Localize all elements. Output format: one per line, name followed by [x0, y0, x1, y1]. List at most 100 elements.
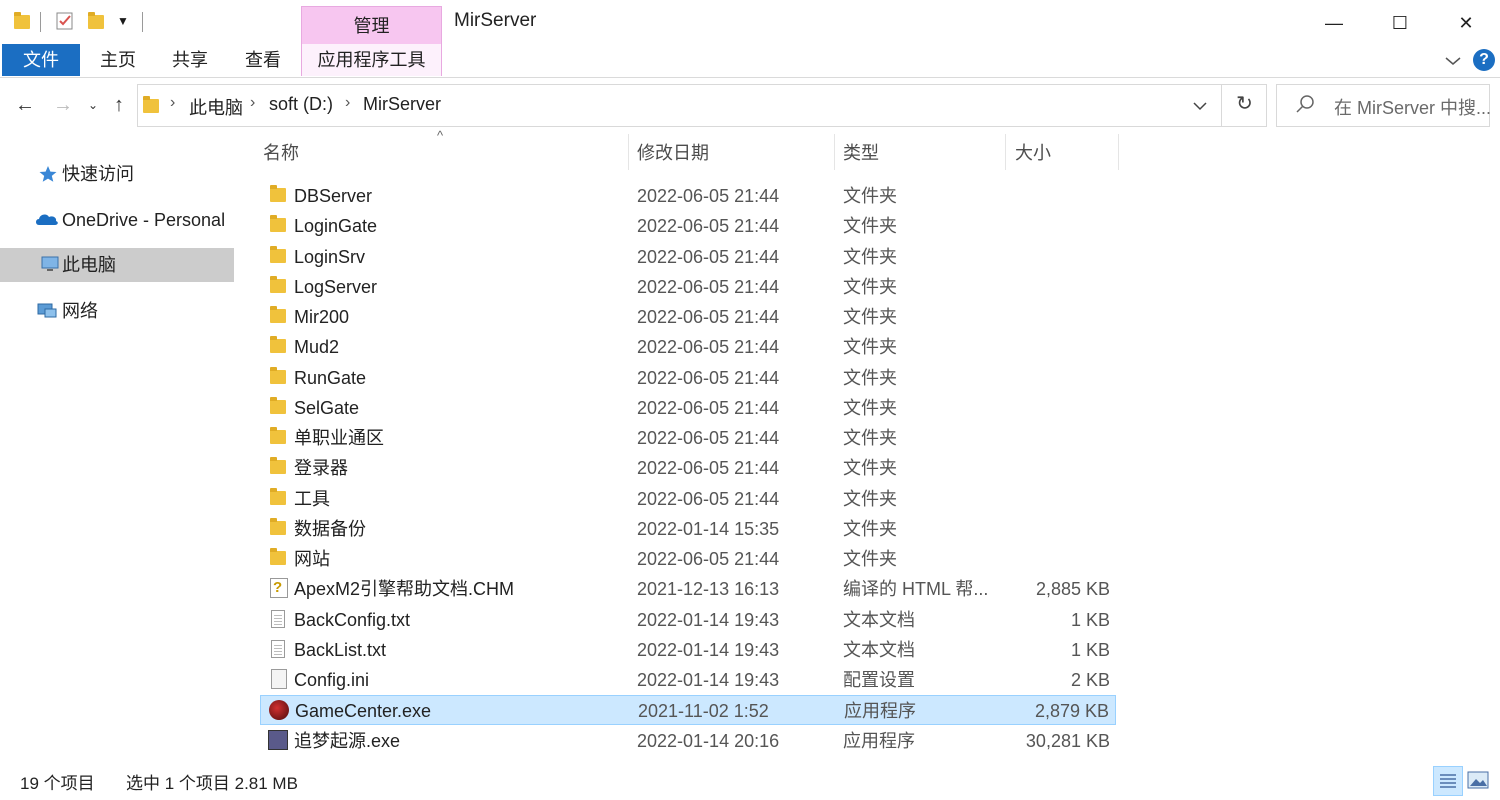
file-name: 网站: [294, 549, 330, 569]
large-icons-view-icon[interactable]: [1467, 770, 1489, 790]
file-type: 应用程序: [844, 701, 916, 721]
file-size: 2 KB: [1070, 670, 1110, 690]
file-row[interactable]: 数据备份 2022-01-14 15:35 文件夹: [260, 514, 1116, 544]
nav-item-label: 网络: [62, 301, 98, 321]
file-type: 文件夹: [843, 186, 897, 206]
file-date: 2022-01-14 15:35: [637, 519, 780, 539]
file-row[interactable]: LoginGate 2022-06-05 21:44 文件夹: [260, 211, 1116, 241]
file-row[interactable]: BackList.txt 2022-01-14 19:43 文本文档 1 KB: [260, 635, 1116, 665]
file-date: 2022-06-05 21:44: [637, 277, 780, 297]
file-row[interactable]: DBServer 2022-06-05 21:44 文件夹: [260, 181, 1116, 211]
file-type: 文本文档: [843, 610, 915, 630]
tab-home[interactable]: 主页: [90, 44, 146, 76]
breadcrumb-drive[interactable]: soft (D:): [269, 94, 333, 115]
file-type: 文件夹: [843, 307, 897, 327]
file-row[interactable]: 追梦起源.exe 2022-01-14 20:16 应用程序 30,281 KB: [260, 726, 1116, 756]
column-divider[interactable]: [1005, 134, 1006, 170]
file-name: Mud2: [294, 337, 340, 357]
file-row[interactable]: 工具 2022-06-05 21:44 文件夹: [260, 484, 1116, 514]
separator: [40, 12, 41, 32]
tab-share[interactable]: 共享: [162, 44, 218, 76]
file-row[interactable]: Mud2 2022-06-05 21:44 文件夹: [260, 332, 1116, 362]
file-size: 1 KB: [1070, 610, 1110, 630]
ribbon-tab-bar: 文件 主页 共享 查看 应用程序工具 ?: [0, 44, 1500, 78]
file-date: 2022-06-05 21:44: [637, 337, 780, 357]
chevron-right-icon[interactable]: ›: [170, 94, 175, 112]
refresh-icon[interactable]: ↻: [1221, 84, 1267, 127]
properties-icon[interactable]: [54, 10, 76, 32]
file-row[interactable]: LoginSrv 2022-06-05 21:44 文件夹: [260, 242, 1116, 272]
nav-item-network[interactable]: 网络: [0, 294, 234, 328]
status-selection: 选中 1 个项目 2.81 MB: [126, 774, 298, 793]
nav-item-label: OneDrive - Personal: [62, 210, 226, 230]
file-row[interactable]: LogServer 2022-06-05 21:44 文件夹: [260, 272, 1116, 302]
title-bar: ▼ 管理 MirServer — ☐ ✕: [0, 0, 1500, 44]
file-name: RunGate: [294, 368, 367, 388]
file-size: 2,885 KB: [1035, 579, 1110, 599]
file-row[interactable]: GameCenter.exe 2021-11-02 1:52 应用程序 2,879 K…: [260, 695, 1116, 725]
help-button[interactable]: ?: [1473, 49, 1495, 71]
tab-application-tools[interactable]: 应用程序工具: [301, 44, 442, 76]
sort-up-icon: ^: [437, 128, 444, 143]
tab-manage[interactable]: 管理: [301, 6, 442, 44]
file-row[interactable]: BackConfig.txt 2022-01-14 19:43 文本文档 1 KB: [260, 605, 1116, 635]
file-name: 追梦起源.exe: [294, 731, 401, 751]
file-size: 2,879 KB: [1034, 701, 1109, 721]
nav-item-this-pc[interactable]: 此电脑: [0, 248, 234, 282]
column-header-name[interactable]: 名称: [263, 140, 299, 166]
close-button[interactable]: ✕: [1436, 6, 1496, 40]
file-date: 2022-01-14 20:16: [637, 731, 780, 751]
column-header-type[interactable]: 类型: [843, 140, 879, 166]
search-input[interactable]: 在 MirServer 中搜...: [1334, 94, 1491, 120]
file-type: 文件夹: [843, 489, 897, 509]
nav-item-onedrive[interactable]: OneDrive - Personal: [0, 203, 234, 237]
details-view-icon[interactable]: [1433, 766, 1463, 796]
file-row[interactable]: 单职业通区 2022-06-05 21:44 文件夹: [260, 423, 1116, 453]
nav-item-quick-access[interactable]: 快速访问: [0, 157, 234, 191]
up-arrow-icon[interactable]: ↑: [106, 92, 132, 118]
forward-arrow-icon[interactable]: →: [50, 92, 76, 118]
file-date: 2022-06-05 21:44: [637, 428, 780, 448]
back-arrow-icon[interactable]: ←: [12, 92, 38, 118]
file-type: 配置设置: [843, 670, 915, 690]
window-title: MirServer: [454, 10, 537, 31]
recent-locations-icon[interactable]: ⌄: [80, 92, 106, 118]
folder-icon[interactable]: [12, 10, 34, 32]
tab-file[interactable]: 文件: [2, 44, 80, 76]
column-divider[interactable]: [1118, 134, 1119, 170]
chevron-right-icon[interactable]: ›: [250, 94, 255, 112]
file-row[interactable]: RunGate 2022-06-05 21:44 文件夹: [260, 363, 1116, 393]
file-row[interactable]: SelGate 2022-06-05 21:44 文件夹: [260, 393, 1116, 423]
minimize-button[interactable]: —: [1304, 6, 1364, 40]
file-date: 2021-11-02 1:52: [638, 701, 769, 721]
file-row[interactable]: 网站 2022-06-05 21:44 文件夹: [260, 544, 1116, 574]
file-date: 2022-06-05 21:44: [637, 549, 780, 569]
file-name: Mir200: [294, 307, 350, 327]
column-header-date[interactable]: 修改日期: [637, 140, 709, 166]
file-row[interactable]: 登录器 2022-06-05 21:44 文件夹: [260, 453, 1116, 483]
tab-view[interactable]: 查看: [235, 44, 291, 76]
file-date: 2022-06-05 21:44: [637, 368, 780, 388]
maximize-button[interactable]: ☐: [1370, 6, 1430, 40]
file-type: 文件夹: [843, 216, 897, 236]
file-row[interactable]: ApexM2引擎帮助文档.CHM 2021-12-13 16:13 编译的 HTML…: [260, 573, 1116, 604]
column-header-size[interactable]: 大小: [1015, 140, 1051, 166]
column-divider[interactable]: [628, 134, 629, 170]
file-name: 单职业通区: [294, 428, 384, 448]
chevron-down-icon[interactable]: [1443, 52, 1463, 70]
star-icon: [38, 157, 58, 202]
file-type: 应用程序: [843, 731, 915, 751]
breadcrumb-mirserver[interactable]: MirServer: [363, 94, 441, 115]
breadcrumb-this-pc[interactable]: 此电脑: [189, 94, 243, 120]
file-date: 2022-06-05 21:44: [637, 186, 780, 206]
computer-icon: [40, 248, 60, 293]
chevron-down-icon[interactable]: [1182, 84, 1220, 127]
file-row[interactable]: Mir200 2022-06-05 21:44 文件夹: [260, 302, 1116, 332]
column-divider[interactable]: [834, 134, 835, 170]
new-folder-icon[interactable]: [86, 10, 108, 32]
customize-quick-access-icon[interactable]: ▼: [112, 10, 134, 32]
file-type: 文件夹: [843, 247, 897, 267]
chevron-right-icon[interactable]: ›: [345, 94, 350, 112]
file-name: ApexM2引擎帮助文档.CHM: [294, 579, 515, 599]
file-row[interactable]: Config.ini 2022-01-14 19:43 配置设置 2 KB: [260, 665, 1116, 695]
